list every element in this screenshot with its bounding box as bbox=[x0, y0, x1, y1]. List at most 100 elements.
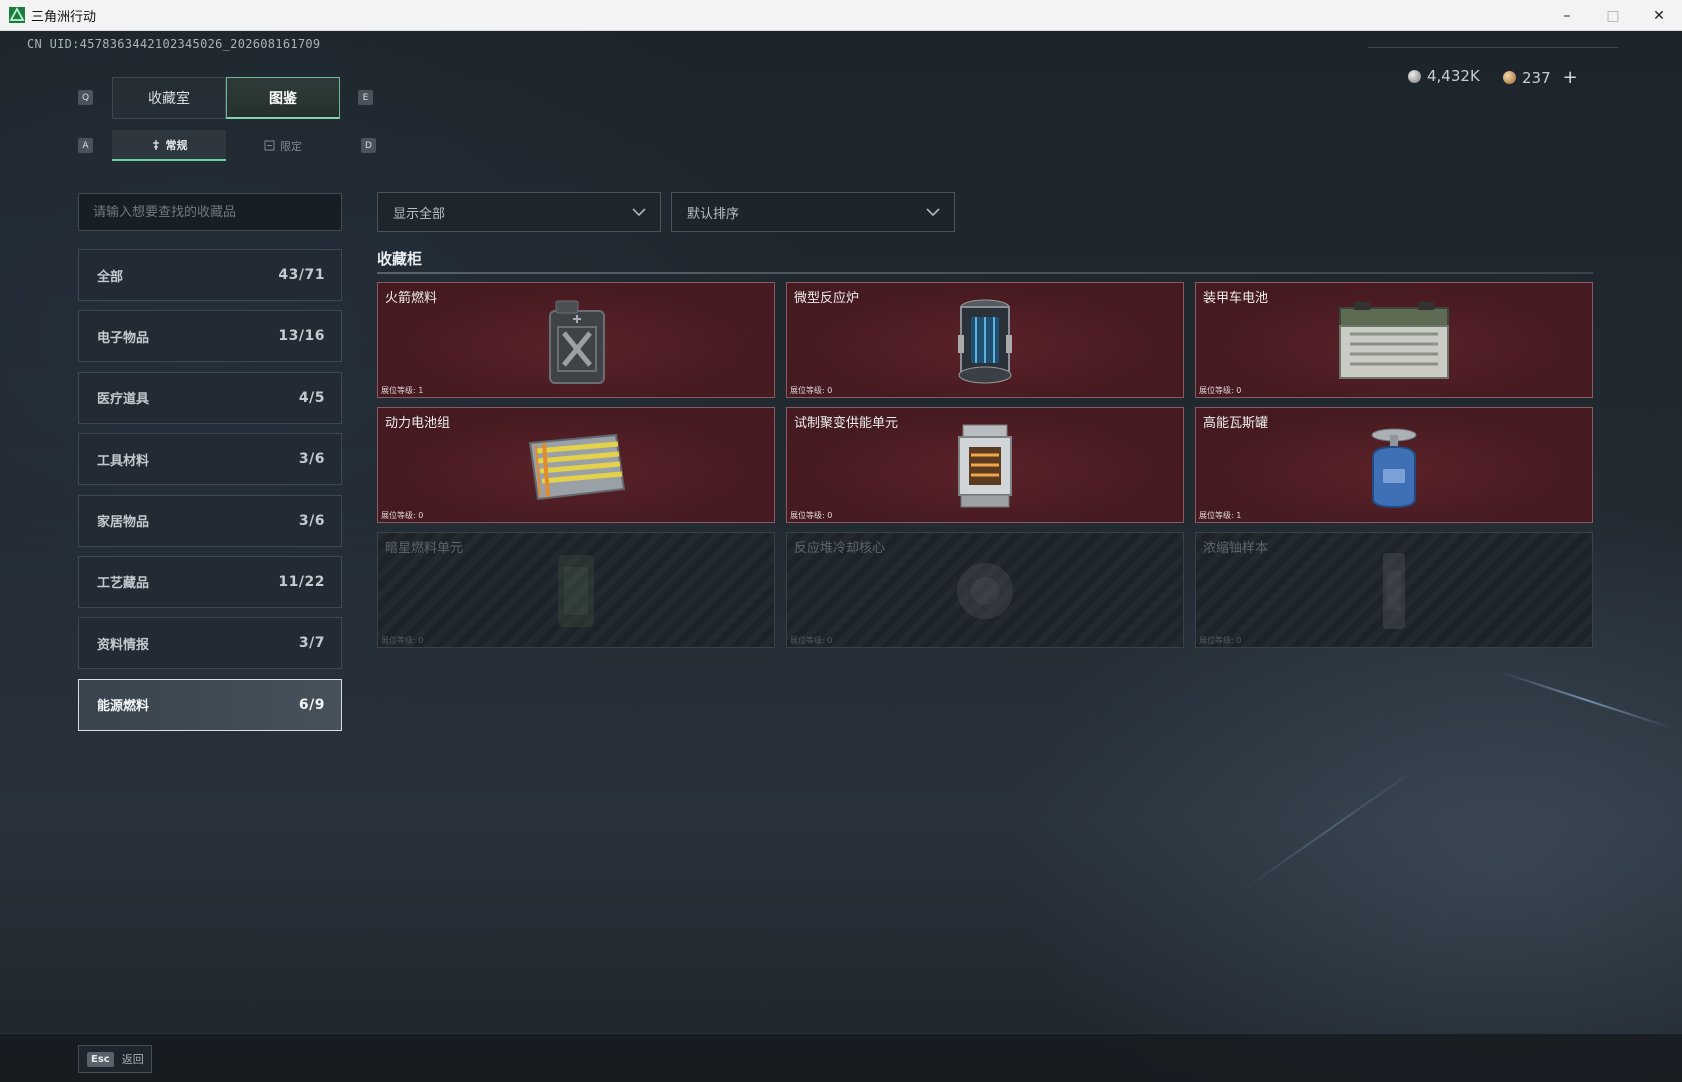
item-name: 火箭燃料 bbox=[385, 291, 438, 306]
background-streak bbox=[1499, 671, 1672, 729]
category-label: 家居物品 bbox=[97, 515, 150, 531]
currency-gold: 237 + bbox=[1503, 67, 1578, 88]
section-divider bbox=[377, 272, 1593, 274]
currency-silver: 4,432K bbox=[1408, 67, 1480, 85]
cooling-core-icon bbox=[915, 541, 1055, 641]
currency-gold-value: 237 bbox=[1522, 68, 1551, 87]
minimize-button[interactable]: – bbox=[1544, 0, 1590, 31]
category-label: 工具材料 bbox=[97, 453, 150, 469]
item-card-gas-canister[interactable]: 高能瓦斯罐 展位等级: 1 bbox=[1195, 407, 1593, 523]
item-card-cooling-core[interactable]: 反应堆冷却核心 展位等级: 0 bbox=[786, 532, 1184, 648]
sort-dropdown-value: 默认排序 bbox=[687, 206, 740, 222]
chevron-down-icon bbox=[926, 208, 940, 217]
battery-icon bbox=[1324, 291, 1464, 391]
uranium-sample-icon bbox=[1324, 541, 1464, 641]
category-energy-fuel[interactable]: 能源燃料 6/9 bbox=[78, 678, 342, 731]
currency-silver-value: 4,432K bbox=[1427, 67, 1480, 85]
item-grid: 火箭燃料 展位等级: 1 微型反应炉 展位等级: 0 装甲车电池 展位等级: 0… bbox=[377, 282, 1593, 648]
main-tabs: 收藏室 图鉴 bbox=[112, 77, 341, 119]
tab-regular-label: 常规 bbox=[165, 138, 188, 152]
player-uid: CN UID:4578363442102345026_202608161709 bbox=[27, 37, 321, 51]
close-button[interactable]: ✕ bbox=[1636, 0, 1682, 31]
category-label: 能源燃料 bbox=[97, 699, 150, 715]
key-hint-prev-tab: Q bbox=[78, 90, 93, 105]
display-level: 展位等级: 0 bbox=[1199, 636, 1242, 645]
category-list: 全部 43/71 电子物品 13/16 医疗道具 4/5 工具材料 3/6 家居物品 3/… bbox=[78, 249, 342, 740]
sub-tabs: 常规 限定 bbox=[112, 130, 341, 161]
category-count: 13/16 bbox=[278, 328, 325, 345]
item-card-rocket-fuel[interactable]: 火箭燃料 展位等级: 1 bbox=[377, 282, 775, 398]
category-intel[interactable]: 资料情报 3/7 bbox=[78, 617, 342, 670]
display-level: 展位等级: 0 bbox=[381, 636, 424, 645]
display-level: 展位等级: 0 bbox=[790, 386, 833, 395]
category-label: 全部 bbox=[97, 269, 124, 285]
category-label: 医疗道具 bbox=[97, 392, 150, 408]
category-electronics[interactable]: 电子物品 13/16 bbox=[78, 310, 342, 363]
category-medical[interactable]: 医疗道具 4/5 bbox=[78, 371, 342, 424]
category-household[interactable]: 家居物品 3/6 bbox=[78, 494, 342, 547]
window-titlebar: 三角洲行动 – □ ✕ bbox=[0, 0, 1682, 31]
sort-dropdown[interactable]: 默认排序 bbox=[671, 192, 955, 232]
item-card-dark-star-fuel[interactable]: 暗星燃料单元 展位等级: 0 bbox=[377, 532, 775, 648]
item-card-micro-reactor[interactable]: 微型反应炉 展位等级: 0 bbox=[786, 282, 1184, 398]
category-label: 资料情报 bbox=[97, 637, 150, 653]
item-name: 装甲车电池 bbox=[1203, 291, 1269, 306]
tab-limited-label: 限定 bbox=[280, 139, 302, 153]
background-streak bbox=[1239, 764, 1421, 893]
key-hint-prev-sub: A bbox=[78, 138, 93, 153]
display-level: 展位等级: 0 bbox=[790, 511, 833, 520]
key-hint-next-tab: E bbox=[358, 90, 373, 105]
item-card-uranium-sample[interactable]: 浓缩铀样本 展位等级: 0 bbox=[1195, 532, 1593, 648]
search-input[interactable] bbox=[93, 204, 323, 220]
section-title: 收藏柜 bbox=[377, 250, 423, 268]
item-card-fusion-unit[interactable]: 试制聚变供能单元 展位等级: 0 bbox=[786, 407, 1184, 523]
search-box bbox=[78, 193, 342, 231]
tab-limited[interactable]: 限定 bbox=[226, 130, 340, 161]
item-name: 浓缩铀样本 bbox=[1203, 541, 1269, 556]
category-count: 3/7 bbox=[298, 635, 325, 652]
gas-canister-icon bbox=[1324, 416, 1464, 516]
game-screen: CN UID:4578363442102345026_202608161709 … bbox=[0, 31, 1682, 1082]
esc-key-hint: Esc bbox=[87, 1051, 114, 1067]
add-currency-button[interactable]: + bbox=[1563, 67, 1578, 88]
tab-codex[interactable]: 图鉴 bbox=[226, 77, 340, 119]
filter-dropdown-value: 显示全部 bbox=[393, 206, 446, 222]
category-label: 电子物品 bbox=[97, 330, 150, 346]
display-level: 展位等级: 0 bbox=[1199, 386, 1242, 395]
category-crafts[interactable]: 工艺藏品 11/22 bbox=[78, 555, 342, 608]
display-level: 展位等级: 0 bbox=[790, 636, 833, 645]
key-hint-next-sub: D bbox=[361, 138, 376, 153]
item-name: 微型反应炉 bbox=[794, 291, 860, 306]
item-name: 反应堆冷却核心 bbox=[794, 541, 886, 556]
display-level: 展位等级: 1 bbox=[381, 386, 424, 395]
item-name: 试制聚变供能单元 bbox=[794, 416, 899, 431]
fusion-unit-icon bbox=[915, 416, 1055, 516]
item-name: 动力电池组 bbox=[385, 416, 451, 431]
display-level: 展位等级: 0 bbox=[381, 511, 424, 520]
window-title: 三角洲行动 bbox=[31, 9, 97, 25]
category-tools[interactable]: 工具材料 3/6 bbox=[78, 433, 342, 486]
maximize-button[interactable]: □ bbox=[1590, 0, 1636, 31]
battery-pack-icon bbox=[506, 416, 646, 516]
category-count: 3/6 bbox=[298, 512, 325, 529]
category-all[interactable]: 全部 43/71 bbox=[78, 249, 342, 301]
chevron-down-icon bbox=[632, 208, 646, 217]
regular-icon bbox=[152, 139, 159, 150]
category-count: 43/71 bbox=[278, 267, 325, 283]
category-count: 11/22 bbox=[278, 573, 325, 590]
item-name: 高能瓦斯罐 bbox=[1203, 416, 1269, 431]
category-label: 工艺藏品 bbox=[97, 576, 150, 592]
footer-bar: Esc 返回 bbox=[0, 1033, 1682, 1082]
jerrycan-icon bbox=[506, 291, 646, 391]
tab-regular[interactable]: 常规 bbox=[112, 130, 226, 161]
category-count: 4/5 bbox=[298, 389, 325, 406]
back-label: 返回 bbox=[121, 1053, 144, 1066]
limited-icon bbox=[264, 140, 275, 151]
back-button[interactable]: Esc 返回 bbox=[78, 1045, 152, 1073]
silver-coin-icon bbox=[1408, 69, 1421, 83]
filter-dropdown[interactable]: 显示全部 bbox=[377, 192, 661, 232]
tab-collection-room[interactable]: 收藏室 bbox=[112, 77, 226, 119]
fuel-cell-icon bbox=[506, 541, 646, 641]
item-card-battery-pack[interactable]: 动力电池组 展位等级: 0 bbox=[377, 407, 775, 523]
item-card-armored-battery[interactable]: 装甲车电池 展位等级: 0 bbox=[1195, 282, 1593, 398]
